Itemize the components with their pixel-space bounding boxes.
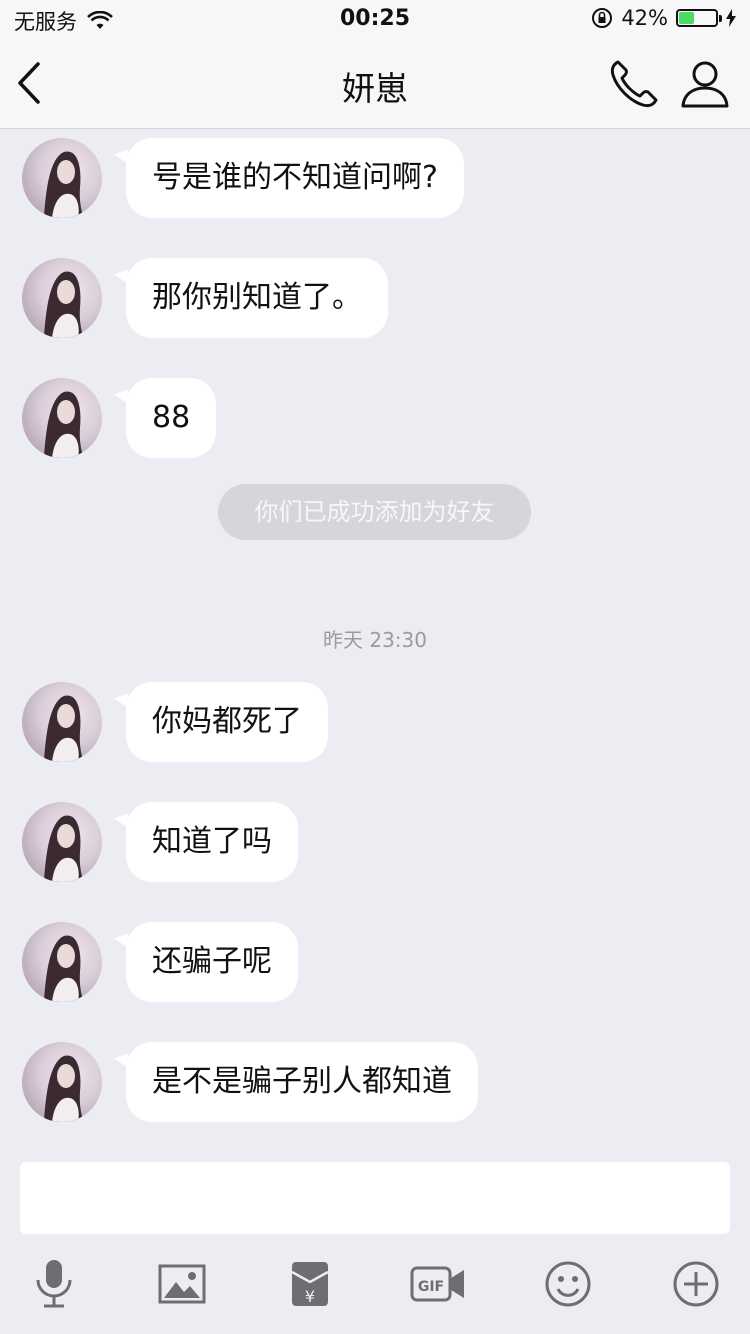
gif-icon[interactable]: GIF <box>410 1256 466 1312</box>
input-toolbar: ¥ GIF <box>0 1250 750 1320</box>
red-packet-icon[interactable]: ¥ <box>282 1256 338 1312</box>
message-row: 那你别知道了。 <box>22 258 388 338</box>
avatar[interactable] <box>22 802 102 882</box>
message-bubble[interactable]: 那你别知道了。 <box>126 258 388 338</box>
charging-icon <box>726 9 736 27</box>
battery-icon <box>676 9 722 27</box>
system-message: 你们已成功添加为好友 <box>218 484 531 540</box>
nav-bar: 妍崽 <box>0 40 750 129</box>
profile-icon[interactable] <box>680 58 730 110</box>
message-bubble[interactable]: 是不是骗子别人都知道 <box>126 1042 478 1122</box>
avatar[interactable] <box>22 922 102 1002</box>
battery-percent: 42% <box>621 6 668 30</box>
svg-text:GIF: GIF <box>418 1279 444 1295</box>
avatar[interactable] <box>22 682 102 762</box>
message-row: 知道了吗 <box>22 802 298 882</box>
image-icon[interactable] <box>154 1256 210 1312</box>
avatar[interactable] <box>22 1042 102 1122</box>
message-row: 88 <box>22 378 217 458</box>
avatar[interactable] <box>22 378 102 458</box>
message-bubble[interactable]: 号是谁的不知道问啊? <box>126 138 464 218</box>
message-bubble[interactable]: 还骗子呢 <box>126 922 298 1002</box>
timestamp-label: 昨天 23:30 <box>323 628 427 652</box>
message-row: 还骗子呢 <box>22 922 298 1002</box>
status-right: 42% <box>591 6 736 30</box>
message-row: 是不是骗子别人都知道 <box>22 1042 478 1122</box>
message-bubble[interactable]: 知道了吗 <box>126 802 298 882</box>
phone-icon[interactable] <box>608 58 660 110</box>
avatar[interactable] <box>22 138 102 218</box>
message-bubble[interactable]: 你妈都死了 <box>126 682 328 762</box>
rotation-lock-icon <box>592 8 613 28</box>
avatar[interactable] <box>22 258 102 338</box>
message-row: 号是谁的不知道问啊? <box>22 138 464 218</box>
svg-text:¥: ¥ <box>305 1287 315 1306</box>
battery-level-fill <box>679 12 695 24</box>
plus-icon[interactable] <box>668 1256 724 1312</box>
emoji-icon[interactable] <box>540 1256 596 1312</box>
message-input[interactable] <box>20 1162 730 1234</box>
microphone-icon[interactable] <box>26 1256 82 1312</box>
message-row: 你妈都死了 <box>22 682 328 762</box>
message-bubble[interactable]: 88 <box>126 378 217 458</box>
status-bar: 无服务 00:25 42% <box>0 0 750 40</box>
message-list[interactable]: 号是谁的不知道问啊? 那你别知道了。 88 你们已成功添加为好友 昨天 23:3… <box>0 128 750 1148</box>
